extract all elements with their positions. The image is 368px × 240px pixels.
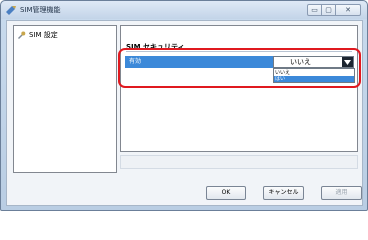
ok-button[interactable]: OK [206, 186, 246, 200]
minimize-button[interactable]: ▭ [307, 4, 322, 16]
wrench-icon [18, 31, 26, 39]
tree-item-sim-settings[interactable]: SIM 設定 [17, 29, 58, 41]
tree-item-label: SIM 設定 [29, 31, 58, 39]
window-title: SIM管理機能 [20, 6, 61, 14]
maximize-button[interactable]: ▢ [321, 4, 336, 16]
settings-panel: SIM セキュリティ 有効 いいえ いいえ はい [120, 25, 358, 152]
settings-tree: SIM 設定 [13, 25, 117, 173]
title-bar: SIM管理機能 ▭ ▢ ✕ [1, 1, 367, 19]
sim-manager-window: SIM管理機能 ▭ ▢ ✕ SIM 設定 SIM セキュリティ 有効 いいえ い… [0, 0, 368, 211]
close-button[interactable]: ✕ [335, 4, 361, 16]
cancel-button[interactable]: キャンセル [263, 186, 304, 200]
description-area [120, 155, 358, 169]
apply-button[interactable]: 適用 [321, 186, 362, 200]
annotation-highlight [118, 48, 361, 88]
app-icon [6, 6, 16, 15]
